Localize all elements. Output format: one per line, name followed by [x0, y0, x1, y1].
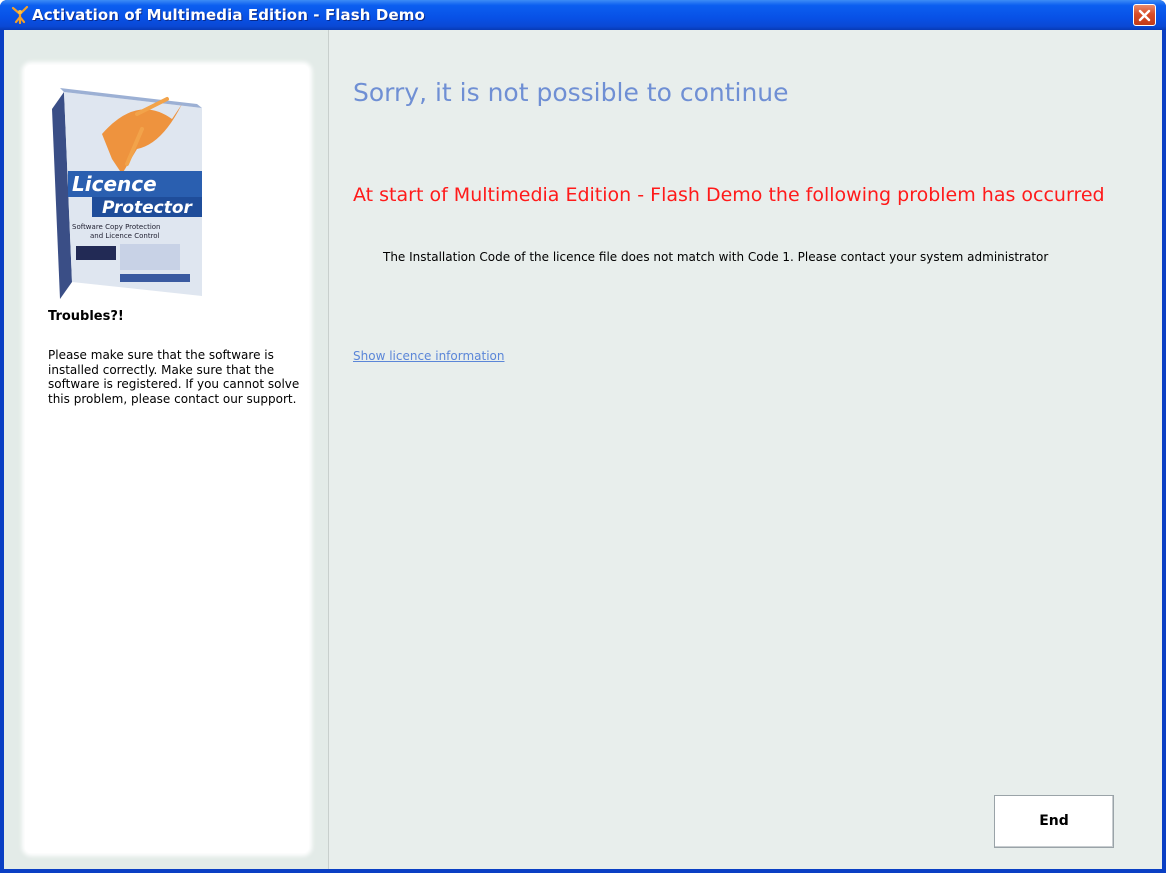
box-brand-line-2: Protector — [102, 198, 194, 218]
close-button[interactable] — [1133, 4, 1156, 26]
show-licence-information-link[interactable]: Show licence information — [353, 349, 505, 363]
licence-protector-box-image: Licence Protector Software Copy Protecti… — [52, 88, 202, 299]
box-brand-line-1: Licence — [72, 172, 157, 196]
main-panel: Sorry, it is not possible to continue At… — [329, 30, 1162, 869]
close-icon — [1138, 9, 1151, 22]
end-button[interactable]: End — [994, 795, 1114, 848]
title-bar[interactable]: Activation of Multimedia Edition - Flash… — [0, 0, 1166, 30]
window-title: Activation of Multimedia Edition - Flash… — [32, 6, 425, 24]
dialog-window: Activation of Multimedia Edition - Flash… — [0, 0, 1166, 873]
box-subtitle-1: Software Copy Protection — [72, 223, 160, 231]
error-title: At start of Multimedia Edition - Flash D… — [353, 184, 1105, 206]
troubles-heading: Troubles?! — [48, 309, 124, 324]
sidebar: Licence Protector Software Copy Protecti… — [4, 30, 329, 869]
error-detail: The Installation Code of the licence fil… — [383, 250, 1049, 264]
licence-protector-figure-icon — [10, 5, 30, 25]
help-text: Please make sure that the software is in… — [48, 348, 300, 406]
dialog-client-area: Licence Protector Software Copy Protecti… — [4, 30, 1162, 869]
box-subtitle-2: and Licence Control — [90, 232, 160, 240]
page-title: Sorry, it is not possible to continue — [353, 78, 789, 107]
